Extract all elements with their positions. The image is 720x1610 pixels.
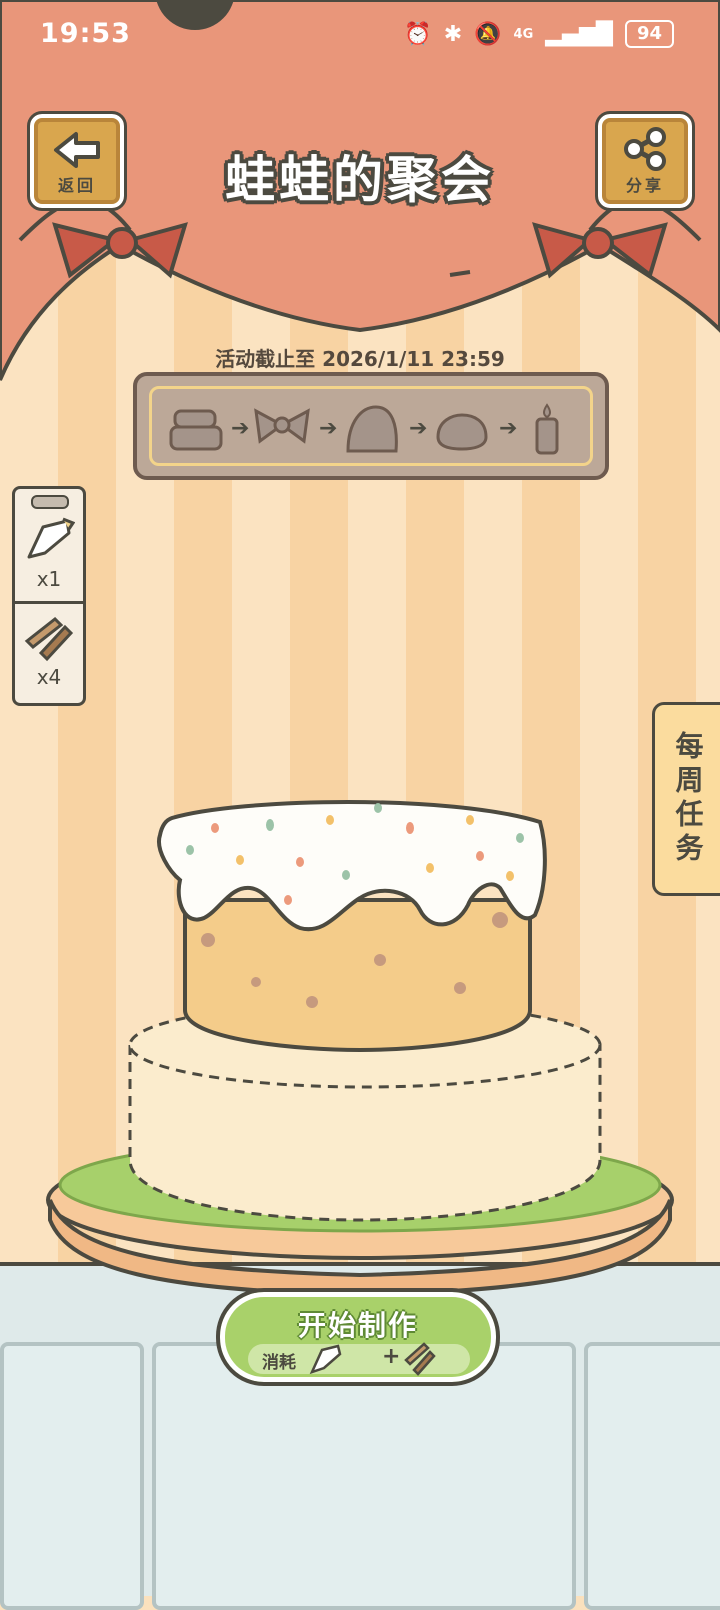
weekly-tasks-tab[interactable]: 每周任务 — [652, 702, 720, 896]
bow-icon — [532, 222, 668, 279]
cabinet-door — [0, 1342, 144, 1610]
bow-icon — [254, 408, 310, 444]
bluetooth-icon: ✱ — [443, 21, 463, 47]
share-button[interactable]: 分享 — [595, 111, 695, 211]
tools-icon — [404, 1342, 436, 1376]
cabinet-door — [584, 1342, 720, 1610]
inventory-panel: x1 x4 — [12, 486, 86, 706]
alarm-icon: ⏰ — [404, 21, 432, 47]
shell-icon — [346, 405, 398, 453]
weekly-tasks-label: 每周任务 — [671, 731, 705, 867]
inventory-count: x1 — [36, 567, 62, 591]
arrow-icon: ➔ — [231, 416, 250, 441]
signal-icon: ▂▄▆█ — [545, 21, 613, 47]
event-deadline: 活动截止至 2026/1/11 23:59 — [215, 347, 505, 371]
share-label: 分享 — [625, 176, 664, 195]
cake-progress-bar: ➔ ➔ ➔ ➔ — [133, 372, 609, 480]
cost-bar: 消耗 + — [248, 1342, 470, 1376]
candle-icon — [535, 403, 559, 455]
inventory-count: x4 — [36, 665, 62, 689]
inventory-item[interactable]: x1 — [15, 507, 83, 599]
piping-bag-icon — [27, 517, 75, 559]
mute-icon: 🔕 — [474, 21, 502, 47]
arrow-icon: ➔ — [319, 416, 338, 441]
cake-illustration — [46, 800, 674, 1298]
tools-icon — [24, 616, 74, 662]
start-making-label: 开始制作 — [297, 1309, 418, 1342]
frog-icon — [436, 413, 488, 451]
arrow-icon: ➔ — [499, 416, 518, 441]
inventory-item[interactable]: x4 — [15, 605, 83, 697]
network-label: 4G — [513, 26, 534, 42]
plus-sign: + — [382, 1344, 401, 1369]
cost-label: 消耗 — [262, 1353, 296, 1373]
status-bar: 19:53 ⏰ ✱ 🔕 4G ▂▄▆█ 94 — [0, 0, 720, 70]
status-time: 19:53 — [40, 18, 131, 49]
share-icon — [624, 127, 666, 171]
battery-indicator: 94 — [624, 20, 674, 48]
bow-icon — [52, 222, 188, 279]
arrow-icon: ➔ — [409, 416, 428, 441]
piping-bag-icon — [309, 1344, 342, 1375]
start-making-button[interactable]: 开始制作 消耗 + — [216, 1288, 500, 1386]
cake-base-icon — [169, 409, 223, 451]
